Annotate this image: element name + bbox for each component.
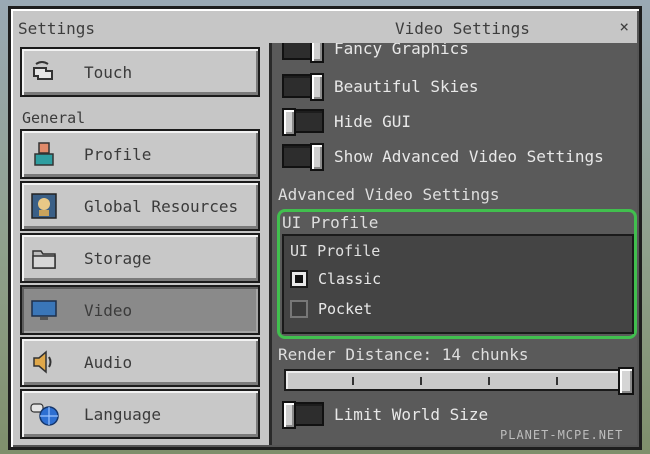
toggle-row-show-advanced: Show Advanced Video Settings [282,143,604,171]
toggle-label: Limit World Size [334,404,489,424]
sidebar-item-touch[interactable]: Touch [20,47,260,97]
slider-tick [488,377,490,385]
slider-tick [556,377,558,385]
sidebar: Touch General Profile Global Resources S… [20,47,272,443]
show-advanced-toggle[interactable] [282,143,324,171]
ui-profile-label: UI Profile [282,213,379,232]
folder-icon [30,244,58,272]
video-settings-title: Video Settings [395,19,530,38]
toggle-label: Show Advanced Video Settings [334,146,604,166]
sidebar-item-label: Video [84,300,133,320]
sidebar-item-language[interactable]: Language [20,389,260,439]
video-settings-panel: Fancy Graphics Beautiful Skies Hide GUI … [269,43,637,445]
sidebar-item-label: Storage [84,248,152,268]
toggle-row-limit-world-size: Limit World Size [282,401,489,429]
slider-tick [420,377,422,385]
toggle-label: Fancy Graphics [334,43,469,58]
close-icon[interactable]: × [619,17,629,36]
speaker-icon [30,348,58,376]
toggle-row-hide-gui: Hide GUI [282,108,412,136]
hide-gui-toggle[interactable] [282,108,324,136]
advanced-video-settings-heading: Advanced Video Settings [278,185,500,204]
watermark: PLANET-MCPE.NET [500,428,624,442]
option-label: Classic [318,270,382,288]
touch-hand-icon [30,58,58,86]
ui-profile-dropdown-title: UI Profile [290,242,381,260]
resource-pack-icon [30,192,58,220]
toggle-knob [282,108,296,136]
slider-handle[interactable] [618,367,634,395]
sidebar-item-label: Profile [84,144,152,164]
sidebar-item-label: Language [84,404,162,424]
option-classic[interactable]: Classic [290,270,381,288]
sidebar-item-label: Touch [84,62,133,82]
toggle-label: Beautiful Skies [334,76,479,96]
ui-profile-dropdown[interactable]: UI Profile Classic Pocket [282,234,634,334]
toggle-row-beautiful-skies: Beautiful Skies [282,73,479,101]
profile-icon [30,140,58,168]
option-label: Pocket [318,300,373,318]
toggle-knob [310,143,324,171]
toggle-knob [310,73,324,101]
sidebar-item-label: Audio [84,352,133,372]
beautiful-skies-toggle[interactable] [282,73,324,101]
render-distance-label: Render Distance: 14 chunks [278,345,529,364]
toggle-label: Hide GUI [334,111,412,131]
title-bar: Settings Video Settings × [11,9,639,43]
settings-title: Settings [18,19,96,38]
sidebar-item-video[interactable]: Video [20,285,260,335]
sidebar-item-audio[interactable]: Audio [20,337,260,387]
section-general-label: General [22,109,86,127]
toggle-knob [282,401,296,429]
sidebar-item-label: Global Resources [84,196,239,216]
render-distance-slider[interactable] [284,367,634,395]
settings-window: Settings Video Settings × Touch General … [8,6,642,450]
sidebar-item-global-resources[interactable]: Global Resources [20,181,260,231]
slider-tick [352,377,354,385]
option-pocket[interactable]: Pocket [290,300,372,318]
sidebar-item-storage[interactable]: Storage [20,233,260,283]
fancy-graphics-toggle[interactable] [282,43,324,63]
sidebar-item-profile[interactable]: Profile [20,129,260,179]
toggle-row-fancy-graphics: Fancy Graphics [282,43,469,63]
radio-unchecked-icon[interactable] [290,300,308,318]
limit-world-size-toggle[interactable] [282,401,324,429]
globe-icon [30,400,59,428]
monitor-icon [30,296,58,324]
radio-checked-icon[interactable] [290,270,308,288]
toggle-knob [310,43,324,63]
